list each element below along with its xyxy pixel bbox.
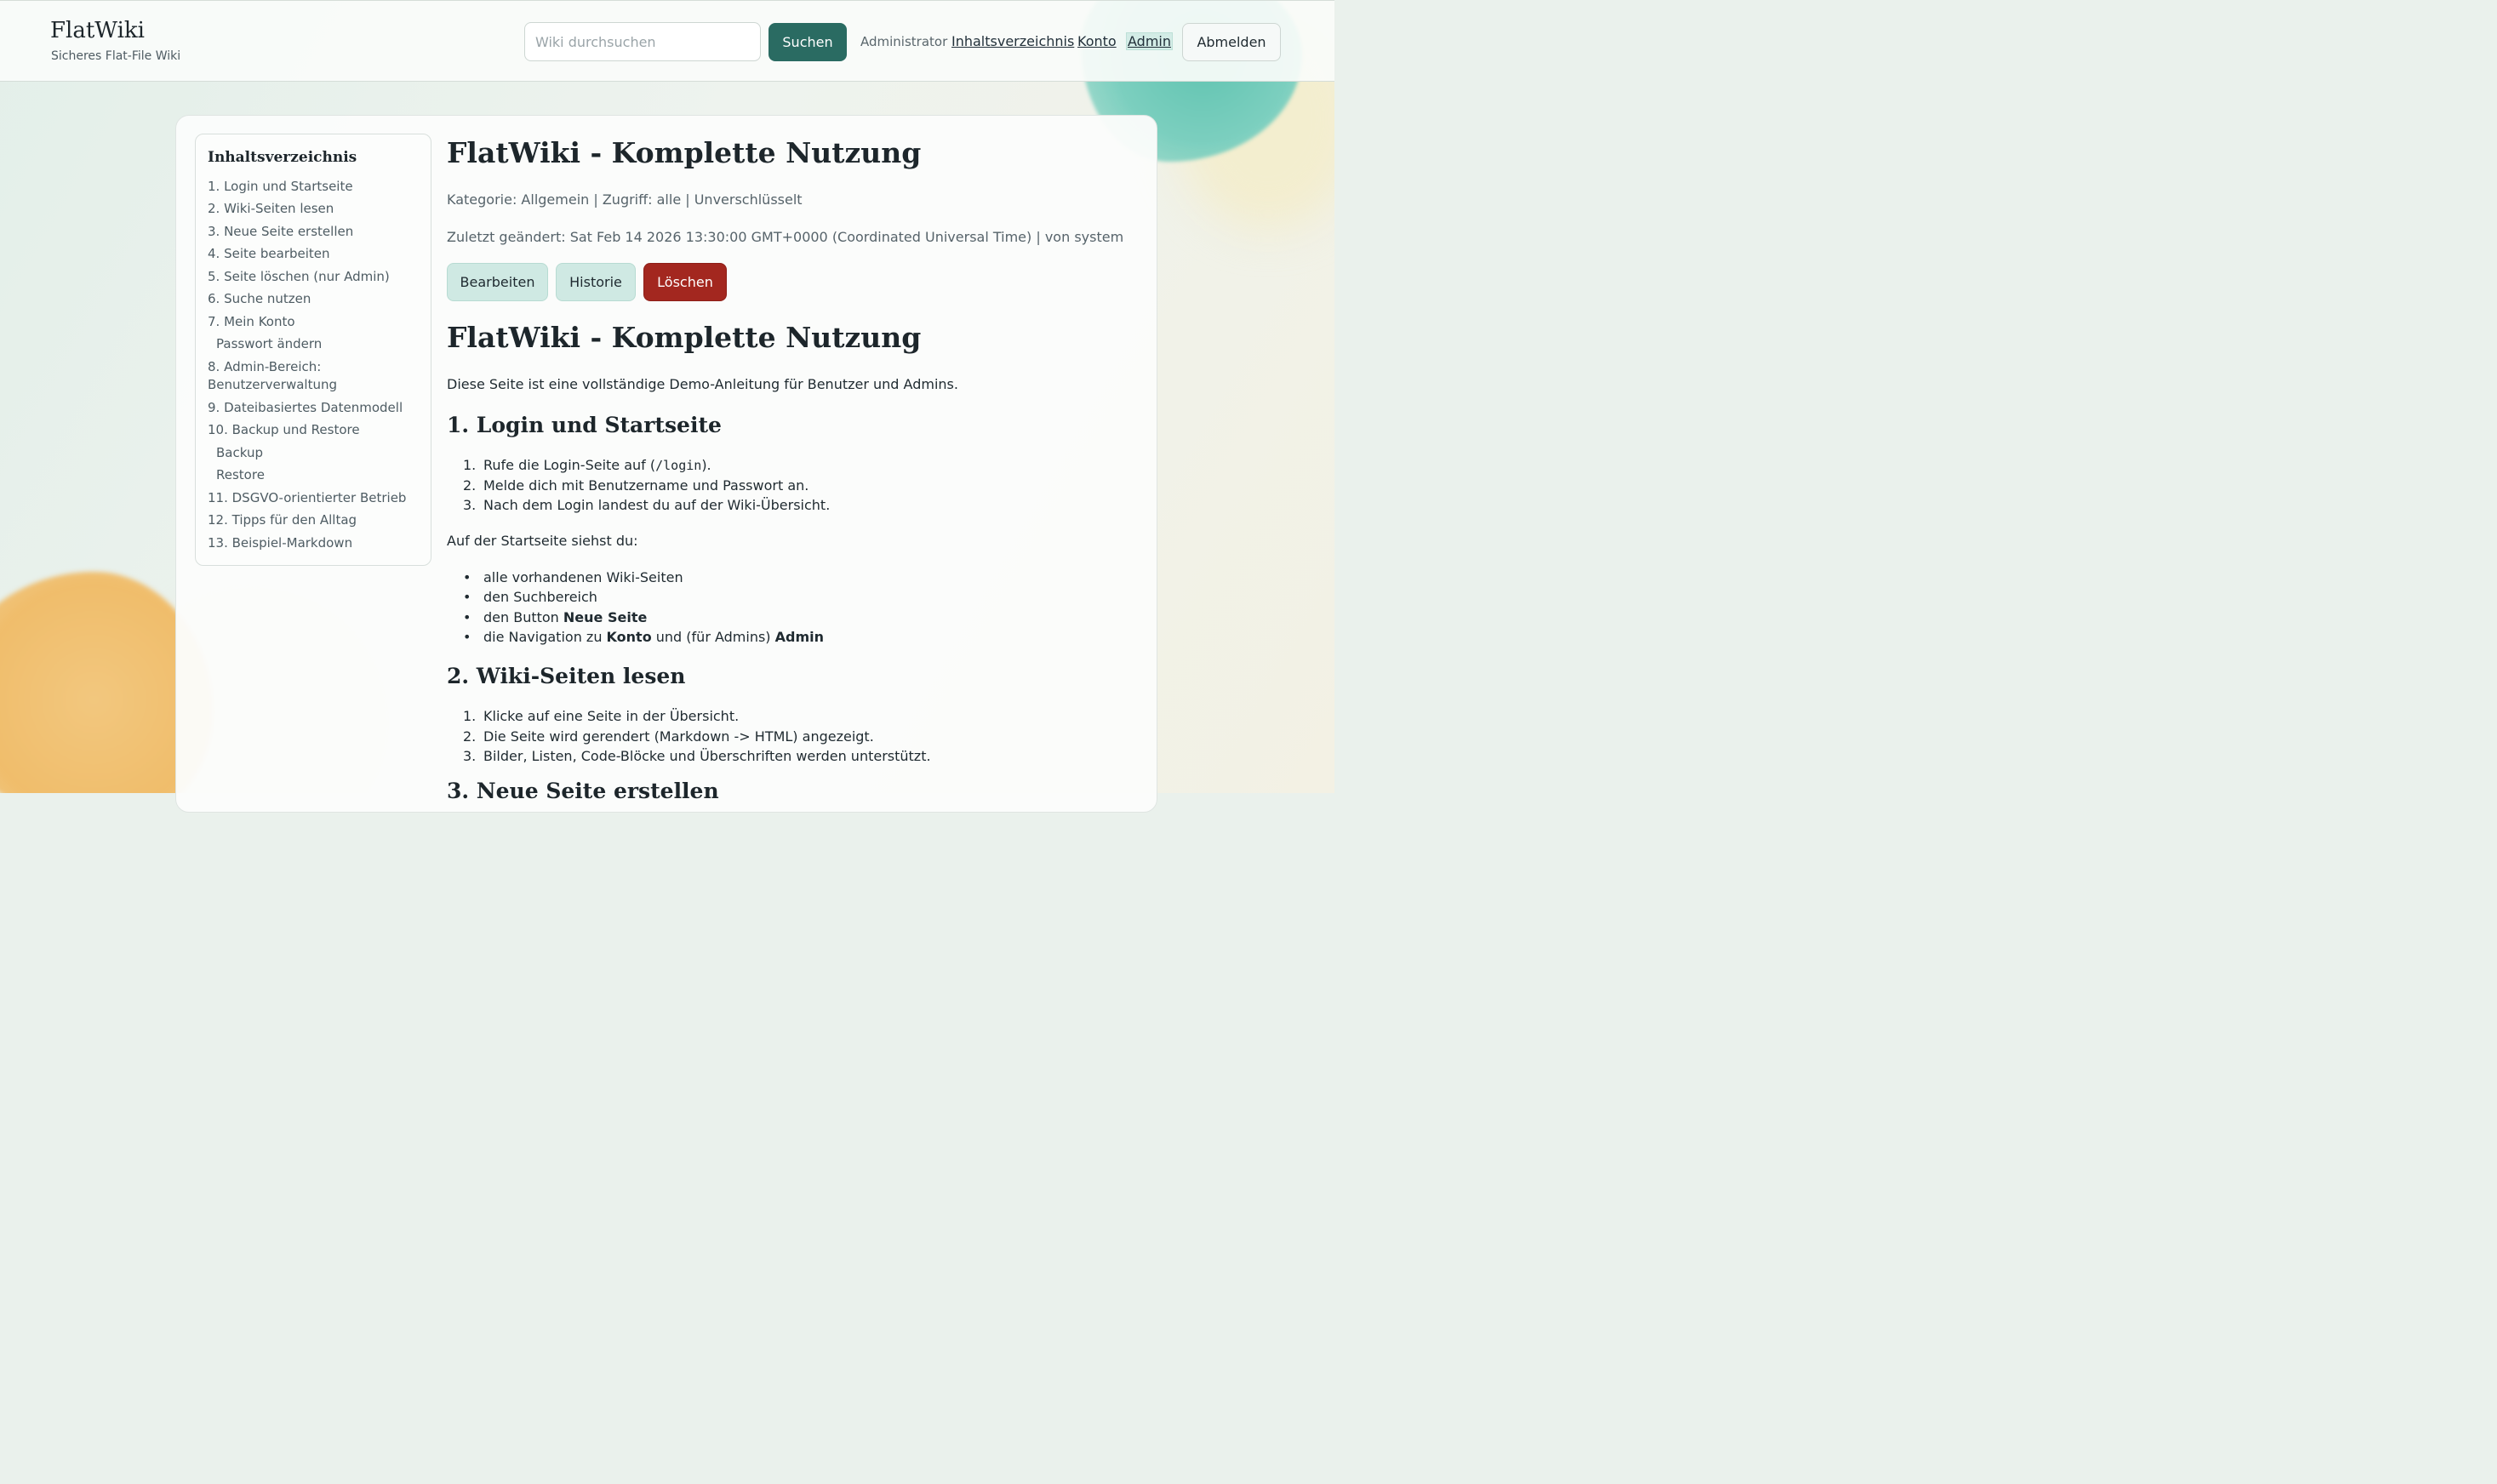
list-item: • den Button Neue Seite [463,609,647,625]
list-item: 1. Rufe die Login-Seite auf (/login). [463,457,711,473]
brand-title[interactable]: FlatWiki [50,18,145,43]
toc-item[interactable]: 6. Suche nutzen [208,290,425,308]
list-text: Melde dich mit Benutzername und Passwort… [483,477,809,494]
list-text: Die Seite wird gerendert (Markdown -> HT… [483,728,874,745]
list-number: 3. [463,748,477,764]
content-paragraph: Auf der Startseite siehst du: [447,533,638,549]
toc-subitem[interactable]: Passwort ändern [216,335,433,353]
list-item: 3. Nach dem Login landest du auf der Wiki… [463,497,830,513]
toc-subitem[interactable]: Restore [216,466,433,484]
list-number: 1. [463,457,477,473]
list-item: 3. Bilder, Listen, Code-Blöcke und Übersc… [463,748,931,764]
search-input[interactable] [524,22,761,61]
bullet-icon: • [463,609,471,625]
list-text: alle vorhandenen Wiki-Seiten [483,569,683,585]
toc-item[interactable]: 10. Backup und Restore [208,421,425,439]
table-of-contents: Inhaltsverzeichnis 1. Login und Startsei… [195,134,431,566]
toc-subitem[interactable]: Backup [216,444,433,462]
toc-item[interactable]: 1. Login und Startseite [208,178,425,196]
list-number: 2. [463,477,477,494]
page-meta-changed: Zuletzt geändert: Sat Feb 14 2026 13:30:… [447,229,1124,245]
list-text-bold: Neue Seite [563,609,648,625]
toc-item[interactable]: 7. Mein Konto [208,313,425,331]
list-item: 1. Klicke auf eine Seite in der Übersicht… [463,708,739,724]
list-text-bold: Admin [774,629,825,645]
toc-item[interactable]: 12. Tipps für den Alltag [208,511,425,529]
history-button[interactable]: Historie [556,263,636,301]
list-number: 3. [463,497,477,513]
current-user-label: Administrator [860,34,948,49]
section-heading: 1. Login und Startseite [447,413,722,437]
list-text: den Button [483,609,563,625]
list-item: 2. Melde dich mit Benutzername und Passwo… [463,477,809,494]
list-item: 2. Die Seite wird gerendert (Markdown -> … [463,728,874,745]
logout-button[interactable]: Abmelden [1182,23,1281,61]
inline-code: /login [655,458,702,473]
bullet-icon: • [463,569,471,585]
page-title: FlatWiki - Komplette Nutzung [447,136,922,169]
list-number: 2. [463,728,477,745]
section-heading: 3. Neue Seite erstellen [447,779,719,803]
toc-item[interactable]: 3. Neue Seite erstellen [208,223,425,241]
toc-item[interactable]: 9. Dateibasiertes Datenmodell [208,399,425,417]
list-text: Bilder, Listen, Code-Blöcke und Überschr… [483,748,931,764]
toc-item[interactable]: 5. Seite löschen (nur Admin) [208,268,425,286]
toc-item[interactable]: 8. Admin-Bereich: Benutzerverwaltung [208,358,369,394]
toc-item[interactable]: 11. DSGVO-orientierter Betrieb [208,489,425,507]
list-text: Nach dem Login landest du auf der Wiki-Ü… [483,497,831,513]
brand-subtitle: Sicheres Flat-File Wiki [51,49,181,63]
list-item: • alle vorhandenen Wiki-Seiten [463,569,683,585]
list-text: die Navigation zu [483,629,607,645]
toc-title: Inhaltsverzeichnis [208,149,357,166]
search-button[interactable]: Suchen [769,23,847,61]
list-text-bold: Konto [606,629,652,645]
nav-link-admin[interactable]: Admin [1126,32,1173,50]
delete-button[interactable]: Löschen [643,263,727,301]
toc-item[interactable]: 2. Wiki-Seiten lesen [208,200,425,218]
top-navigation-bar: FlatWiki Sicheres Flat-File Wiki Suchen … [0,0,1334,82]
bullet-icon: • [463,589,471,605]
list-text: Rufe die Login-Seite auf ( [483,457,656,473]
bullet-icon: • [463,629,471,645]
list-text: den Suchbereich [483,589,597,605]
nav-link-konto[interactable]: Konto [1077,33,1117,49]
edit-button[interactable]: Bearbeiten [447,263,548,301]
nav-link-inhaltsverzeichnis[interactable]: Inhaltsverzeichnis [951,33,1074,49]
list-text: Klicke auf eine Seite in der Übersicht. [483,708,740,724]
list-text: und (für Admins) [651,629,775,645]
toc-item[interactable]: 4. Seite bearbeiten [208,245,425,263]
page-meta-category: Kategorie: Allgemein | Zugriff: alle | U… [447,191,803,208]
toc-item[interactable]: 13. Beispiel-Markdown [208,534,425,552]
list-item: • den Suchbereich [463,589,597,605]
content-intro: Diese Seite ist eine vollständige Demo-A… [447,376,958,392]
section-heading: 2. Wiki-Seiten lesen [447,664,686,688]
list-number: 1. [463,708,477,724]
content-heading: FlatWiki - Komplette Nutzung [447,321,922,354]
list-item: • die Navigation zu Konto und (für Admins… [463,629,824,645]
list-text: ). [701,457,711,473]
